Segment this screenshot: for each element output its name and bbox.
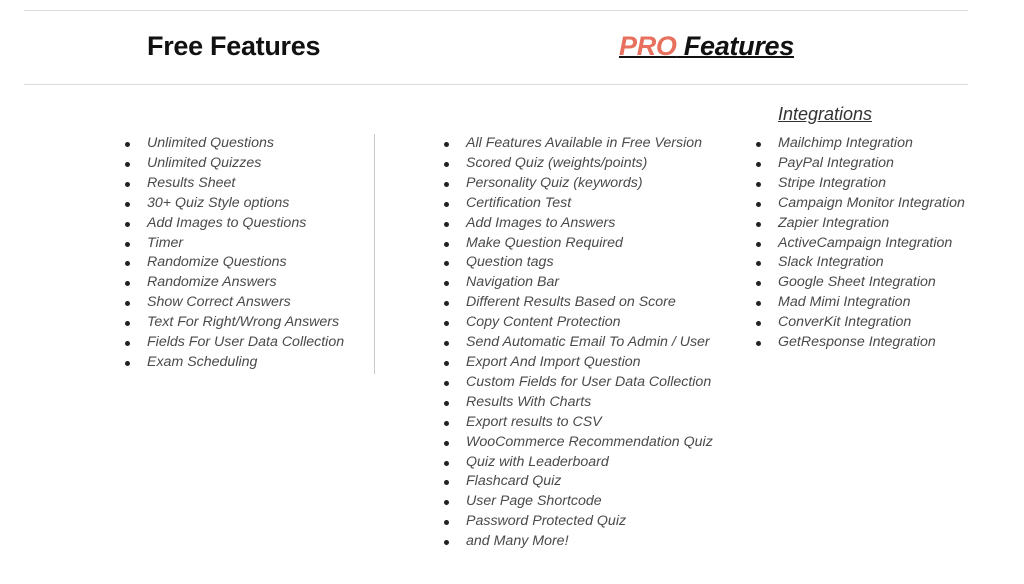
list-item: Copy Content Protection: [444, 313, 713, 333]
list-item: User Page Shortcode: [444, 492, 713, 512]
list-item: Scored Quiz (weights/points): [444, 154, 713, 174]
list-item: Unlimited Questions: [124, 134, 344, 154]
list-item: Campaign Monitor Integration: [756, 194, 965, 214]
integrations-heading: Integrations: [778, 104, 873, 124]
list-item: Export And Import Question: [444, 353, 713, 373]
list-item: Text For Right/Wrong Answers: [124, 313, 344, 333]
list-item: Google Sheet Integration: [756, 273, 965, 293]
list-item: Unlimited Quizzes: [124, 154, 344, 174]
list-item: ActiveCampaign Integration: [756, 234, 965, 254]
list-item: Quiz with Leaderboard: [444, 453, 713, 473]
list-item: Custom Fields for User Data Collection: [444, 373, 713, 393]
column-divider: [374, 134, 375, 374]
list-item: Mailchimp Integration: [756, 134, 965, 154]
list-item: Timer: [124, 234, 344, 254]
list-item: Make Question Required: [444, 234, 713, 254]
list-item: Stripe Integration: [756, 174, 965, 194]
list-item: Different Results Based on Score: [444, 293, 713, 313]
list-item: Add Images to Questions: [124, 214, 344, 234]
integrations-list: Mailchimp Integration PayPal Integration S…: [756, 134, 965, 353]
list-item: Randomize Answers: [124, 273, 344, 293]
list-item: Results Sheet: [124, 174, 344, 194]
list-item: Question tags: [444, 253, 713, 273]
list-item: Zapier Integration: [756, 214, 965, 234]
top-divider: [24, 10, 968, 11]
pro-features-label: Features: [676, 31, 794, 61]
list-item: and Many More!: [444, 532, 713, 552]
list-item: PayPal Integration: [756, 154, 965, 174]
header-divider: [24, 84, 968, 85]
pro-label: PRO: [619, 31, 677, 61]
list-item: Export results to CSV: [444, 413, 713, 433]
list-item: Personality Quiz (keywords): [444, 174, 713, 194]
list-item: Slack Integration: [756, 253, 965, 273]
list-item: All Features Available in Free Version: [444, 134, 713, 154]
pro-features-heading: PRO Features: [619, 31, 794, 62]
list-item: GetResponse Integration: [756, 333, 965, 353]
list-item: ConverKit Integration: [756, 313, 965, 333]
list-item: Password Protected Quiz: [444, 512, 713, 532]
list-item: Randomize Questions: [124, 253, 344, 273]
list-item: Add Images to Answers: [444, 214, 713, 234]
list-item: Flashcard Quiz: [444, 472, 713, 492]
free-features-list: Unlimited Questions Unlimited Quizzes Resu…: [124, 134, 344, 373]
list-item: Mad Mimi Integration: [756, 293, 965, 313]
list-item: Results With Charts: [444, 393, 713, 413]
list-item: WooCommerce Recommendation Quiz: [444, 433, 713, 453]
list-item: Send Automatic Email To Admin / User: [444, 333, 713, 353]
list-item: Exam Scheduling: [124, 353, 344, 373]
list-item: 30+ Quiz Style options: [124, 194, 344, 214]
pro-features-list: All Features Available in Free Version Sc…: [444, 134, 713, 552]
list-item: Show Correct Answers: [124, 293, 344, 313]
list-item: Fields For User Data Collection: [124, 333, 344, 353]
list-item: Certification Test: [444, 194, 713, 214]
list-item: Navigation Bar: [444, 273, 713, 293]
free-features-heading: Free Features: [147, 31, 321, 61]
